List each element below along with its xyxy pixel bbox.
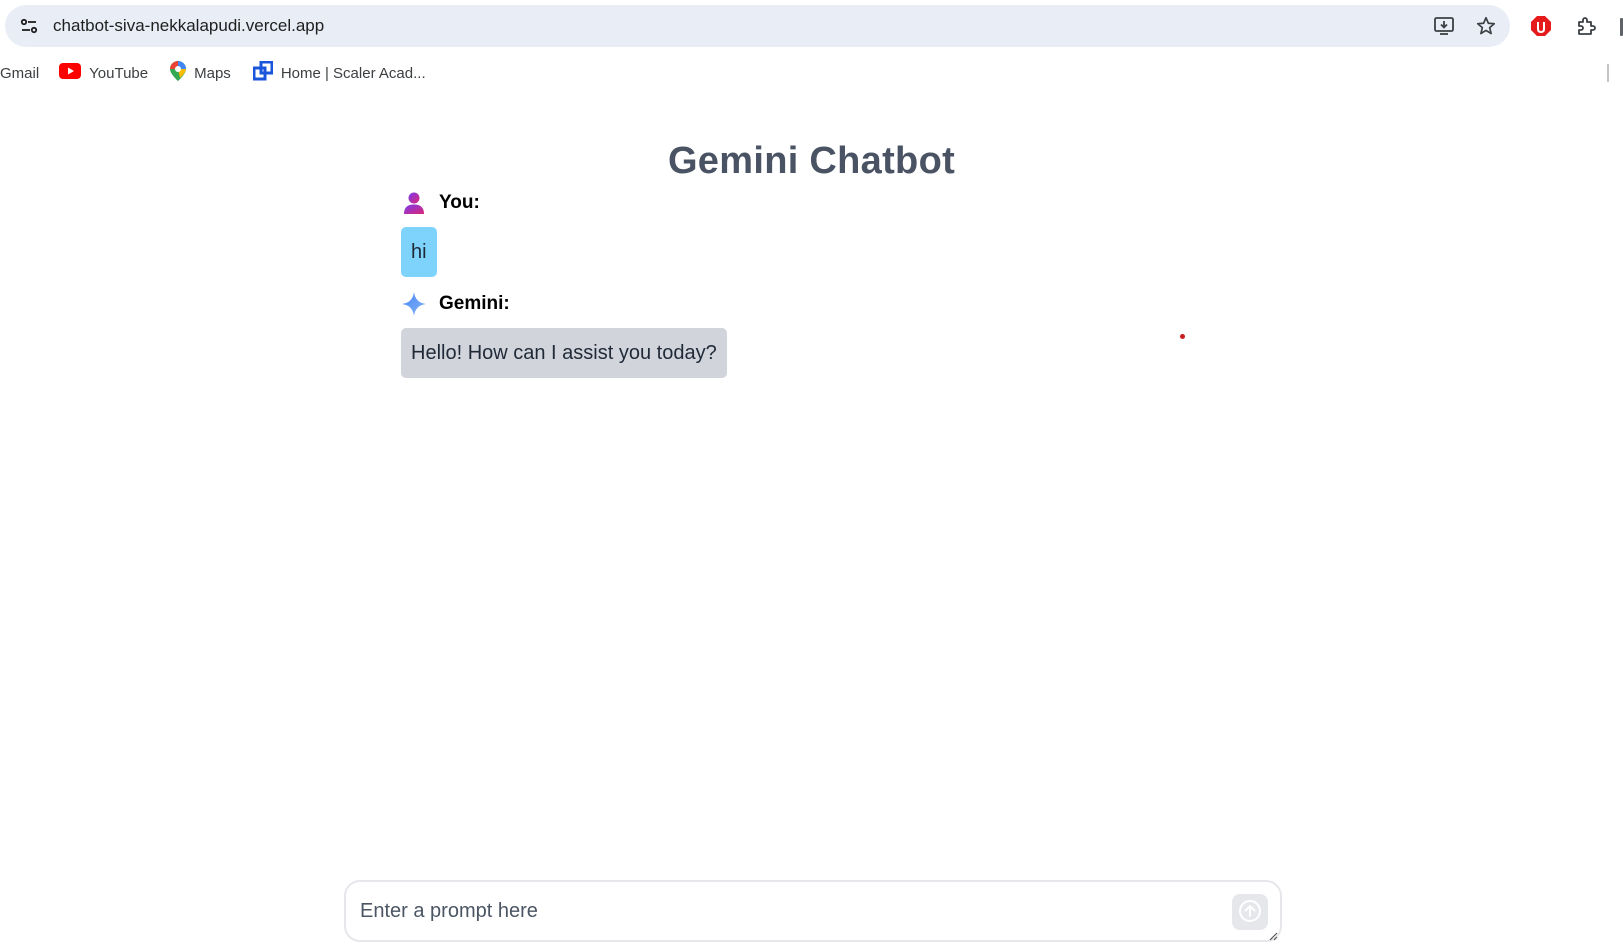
message-bubble: Hello! How can I assist you today? [401,328,727,378]
address-bar[interactable]: chatbot-siva-nekkalapudi.vercel.app [5,5,1510,47]
message-gemini: Gemini: Hello! How can I assist you toda… [401,289,1201,390]
prompt-composer [344,880,1282,942]
bookmark-label: YouTube [89,64,149,82]
browser-toolbar: chatbot-siva-nekkalapudi.vercel.app [0,0,1623,52]
arrow-up-icon [1239,899,1261,925]
url-text[interactable]: chatbot-siva-nekkalapudi.vercel.app [53,16,324,36]
user-icon [401,190,427,216]
bookmark-scaler[interactable]: Home | Scaler Acad... [252,60,426,85]
bookmark-youtube[interactable]: YouTube [59,63,148,83]
bookmark-label: Maps [194,64,231,82]
install-app-icon[interactable] [1432,14,1456,38]
extensions-puzzle-icon[interactable] [1575,14,1599,38]
youtube-icon [59,63,82,83]
bookmark-maps[interactable]: Maps [170,61,231,85]
prompt-input[interactable] [360,882,1200,940]
cursor-dot [1180,334,1185,339]
message-sender: Gemini: [401,289,1201,319]
message-bubble: hi [401,227,437,277]
sender-label: You: [439,192,480,213]
bookmark-label: Home | Scaler Acad... [280,64,426,82]
message-sender: You: [401,188,1201,218]
chat-page: Gemini Chatbot You: hi Gemini: Hello! Ho… [0,92,1623,950]
bookmarks-divider [1607,64,1609,82]
message-user: You: hi [401,188,1201,289]
bookmark-star-icon[interactable] [1474,14,1498,38]
maps-icon [170,61,187,85]
bookmark-label: Gmail [0,64,40,82]
site-settings-icon[interactable] [9,5,49,47]
page-title: Gemini Chatbot [667,140,956,182]
bookmark-gmail[interactable]: Gmail [0,65,39,82]
chat-history: You: hi Gemini: Hello! How can I assist … [401,188,1201,390]
extensions-area [1513,5,1623,47]
resize-grip-icon[interactable] [1268,928,1278,941]
scaler-icon [252,60,274,85]
sender-label: Gemini: [439,293,510,314]
extension-stop-icon[interactable] [1529,14,1553,38]
bookmarks-bar: Gmail YouTube Maps Home | Scaler Acad... [0,54,1623,92]
gemini-sparkle-icon [401,291,427,317]
send-button[interactable] [1232,894,1268,930]
